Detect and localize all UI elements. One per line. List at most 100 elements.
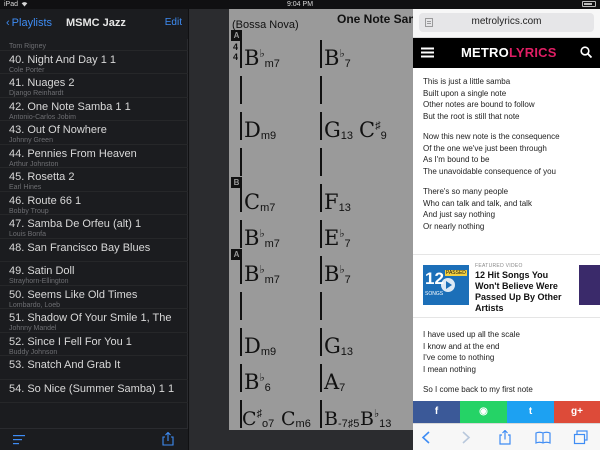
status-bar: iPad 9:04 PM — [0, 0, 600, 9]
chord-symbol: B♭7 — [324, 46, 351, 70]
chord-symbol: F13 — [324, 190, 351, 214]
barline — [240, 292, 242, 320]
bookmarks-icon[interactable] — [535, 430, 551, 445]
play-icon — [441, 278, 455, 292]
barline — [320, 328, 322, 356]
browser-panel: metrolyrics.com METROLYRICS This is just… — [413, 9, 600, 450]
barline — [240, 76, 242, 104]
list-item[interactable]: 44. Pennies From Heaven Arthur Johnston — [0, 145, 188, 168]
barline — [240, 220, 242, 248]
song-composer: Django Reinhardt — [9, 90, 64, 97]
list-item[interactable]: 47. Samba De Orfeu (alt) 1 Louis Bonfa — [0, 215, 188, 239]
site-logo[interactable]: METROLYRICS — [461, 45, 557, 60]
list-item[interactable]: 52. Since I Fell For You 1 Buddy Johnson — [0, 333, 188, 356]
list-item[interactable]: 48. San Francisco Bay Blues — [0, 239, 188, 262]
list-options-icon[interactable] — [13, 434, 25, 445]
list-item[interactable]: 40. Night And Day 1 1 Cole Porter — [0, 51, 188, 74]
song-title: 48. San Francisco Bay Blues — [9, 241, 151, 254]
song-composer: Strayhorn-Ellington — [9, 278, 69, 285]
share-icon[interactable] — [497, 430, 513, 445]
chord-symbol: B♭6 — [244, 370, 271, 394]
lead-sheet[interactable]: (Bossa Nova) One Note Samba A 4 4 B A B♭… — [229, 9, 413, 430]
featured-video-card[interactable]: 12 PASSED SONGS FEATURED VIDEO 12 Hit So… — [413, 254, 600, 318]
whatsapp-share-button[interactable]: ◉ — [460, 401, 507, 423]
song-title: 54. So Nice (Summer Samba) 1 1 — [9, 382, 175, 395]
back-button[interactable]: ‹ Playlists — [6, 17, 52, 29]
song-list[interactable]: Tom Rigney 40. Night And Day 1 1 Cole Po… — [0, 39, 188, 428]
featured-video-headline[interactable]: 12 Hit Songs You Won't Believe Were Pass… — [475, 270, 575, 314]
lyric-line: I've come to nothing — [423, 353, 495, 362]
list-item[interactable]: 50. Seems Like Old Times Lombardo, Loeb — [0, 286, 188, 309]
time-signature-bottom: 4 — [232, 52, 238, 62]
googleplus-share-button[interactable]: g+ — [554, 401, 600, 423]
lyric-line: Built upon a single note — [423, 88, 507, 98]
lyric-line: But the root is still that note — [423, 111, 520, 121]
song-title: 53. Snatch And Grab It — [9, 359, 121, 371]
barline — [320, 76, 322, 104]
lyric-line: And just say nothing — [423, 210, 496, 219]
twitter-share-button[interactable]: t — [507, 401, 554, 423]
list-item[interactable]: 42. One Note Samba 1 1 Antonio-Carlos Jo… — [0, 98, 188, 121]
list-item[interactable]: 43. Out Of Nowhere Johnny Green — [0, 121, 188, 145]
list-item[interactable]: Tom Rigney — [0, 39, 188, 51]
song-title: 44. Pennies From Heaven — [9, 147, 137, 160]
barline — [320, 364, 322, 392]
song-title: 40. Night And Day 1 1 — [9, 53, 117, 66]
list-item[interactable]: 41. Nuages 2 Django Reinhardt — [0, 74, 188, 98]
lyric-line: I have used up all the scale — [423, 330, 520, 339]
social-share-bar: f ◉ t g+ — [413, 401, 600, 423]
song-composer: Cole Porter — [9, 66, 45, 74]
chord-symbol: C♯9 — [359, 118, 387, 142]
chord-symbol: B♭7 — [324, 262, 351, 286]
share-icon[interactable] — [162, 432, 174, 446]
featured-video-tag: FEATURED VIDEO — [475, 263, 523, 269]
search-icon[interactable] — [580, 46, 592, 58]
list-item[interactable]: 46. Route 66 1 Bobby Troup — [0, 192, 188, 215]
chord-symbol: Dm9 — [244, 118, 277, 142]
browser-toolbar — [413, 423, 600, 450]
sheet-song-title: One Note Samba — [337, 12, 413, 26]
lyric-line: Now this new note is the consequence — [423, 132, 560, 141]
chord-symbol: G13 — [324, 118, 354, 142]
song-title: 47. Samba De Orfeu (alt) 1 — [9, 218, 142, 230]
playlist-panel: ‹ Playlists MSMC Jazz Edit Tom Rigney 40.… — [0, 9, 188, 450]
list-item[interactable]: 45. Rosetta 2 Earl Hines — [0, 168, 188, 192]
url-text: metrolyrics.com — [471, 16, 542, 27]
song-composer: Lombardo, Loeb — [9, 301, 60, 309]
facebook-share-button[interactable]: f — [413, 401, 460, 423]
back-arrow-icon[interactable] — [419, 430, 435, 445]
song-title: 49. Satin Doll — [9, 265, 75, 277]
lyric-line: I know and at the end — [423, 341, 500, 351]
tabs-icon[interactable] — [573, 430, 589, 445]
barline — [320, 220, 322, 248]
battery-icon — [582, 1, 596, 7]
barline — [320, 400, 322, 428]
video-thumbnail[interactable]: 12 PASSED SONGS — [423, 265, 469, 305]
playlist-toolbar — [0, 428, 188, 450]
next-video-thumbnail[interactable] — [579, 265, 600, 305]
barline — [240, 328, 242, 356]
list-item[interactable]: 51. Shadow Of Your Smile 1, The Johnny M… — [0, 309, 188, 333]
hamburger-menu-icon[interactable] — [421, 47, 434, 58]
chord-symbol: B♭13 — [360, 408, 392, 430]
site-header: METROLYRICS — [413, 38, 600, 68]
lyric-line: This is just a little samba — [423, 77, 511, 86]
list-item[interactable]: 53. Snatch And Grab It — [0, 356, 188, 380]
song-composer: Louis Bonfa — [9, 231, 46, 238]
lyric-line: So I come back to my first note — [423, 385, 533, 394]
chord-symbol: Dm9 — [244, 334, 277, 358]
address-bar[interactable]: metrolyrics.com — [419, 13, 594, 32]
barline — [320, 148, 322, 176]
barline — [320, 184, 322, 212]
barline — [240, 40, 242, 68]
barline — [320, 292, 322, 320]
song-composer: Tom Rigney — [9, 43, 46, 50]
time-signature-top: 4 — [232, 42, 238, 52]
song-composer: Johnny Green — [9, 137, 53, 144]
playlist-navbar: ‹ Playlists MSMC Jazz Edit — [0, 9, 188, 39]
forward-arrow-icon[interactable] — [457, 430, 473, 445]
list-item[interactable]: 54. So Nice (Summer Samba) 1 1 — [0, 380, 188, 403]
edit-button[interactable]: Edit — [165, 17, 182, 28]
song-composer: Johnny Mandel — [9, 325, 57, 332]
list-item[interactable]: 49. Satin Doll Strayhorn-Ellington — [0, 262, 188, 286]
